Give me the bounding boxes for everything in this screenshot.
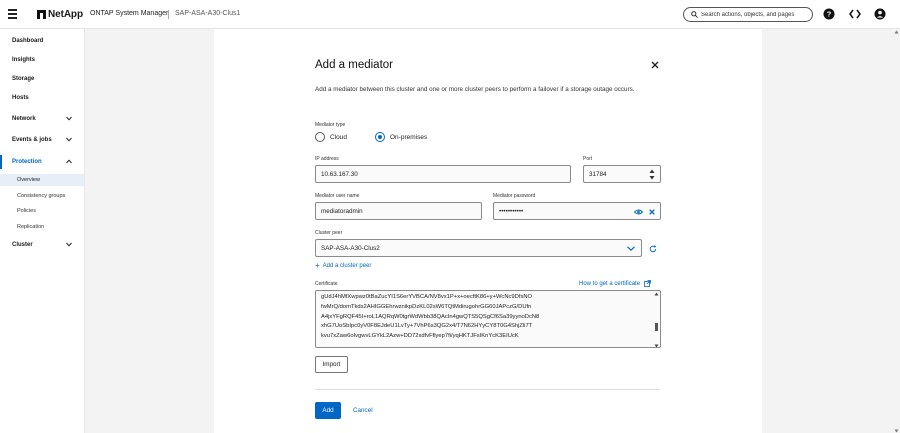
sidebar: Dashboard Insights Storage Hosts Network… (0, 29, 85, 433)
chevron-up-icon (66, 159, 72, 164)
sidebar-item-cluster[interactable]: Cluster (0, 238, 84, 252)
radio-circle-selected (375, 132, 385, 142)
sidebar-item-protection[interactable]: Protection (0, 155, 84, 169)
sidebar-subitem-overview[interactable]: Overview (0, 174, 84, 186)
certificate-line: kvu7xZaw6oIvgwvLGYkL2Azw+DD72xdfvFflyep7… (321, 333, 519, 340)
certificate-line: fwMrQ/domTkds2AHIGGEhrwznikpDzKL02sW6TQt… (321, 303, 532, 310)
radio-label: On-premises (390, 133, 428, 141)
cert-help-label: How to get a certificate (579, 280, 641, 287)
mediator-type-label: Mediator type (315, 122, 346, 128)
radio-label: Cloud (330, 133, 347, 141)
cluster-peer-select[interactable]: SAP-ASA-A30-Clus2 (315, 239, 642, 257)
sidebar-item-hosts[interactable]: Hosts (0, 91, 84, 105)
netapp-logo-mark (37, 10, 46, 19)
sidebar-item-dashboard[interactable]: Dashboard (0, 34, 84, 48)
textarea-scrollbar[interactable] (654, 292, 659, 348)
certificate-textarea[interactable]: gUdJ4hMfXwpwz0tBaZucYI1S6erYVBCA/NV8vx1P… (315, 290, 661, 348)
logo-text: NetApp (48, 9, 83, 20)
sidebar-item-label: Protection (12, 159, 42, 165)
external-link-icon (644, 280, 651, 287)
add-mediator-dialog: Add a mediator Add a mediator between th… (214, 29, 762, 433)
help-icon[interactable]: ? (823, 8, 835, 20)
app-name: ONTAP System Manager (90, 10, 169, 17)
search-icon (691, 11, 698, 18)
header-separator (168, 10, 169, 19)
sidebar-item-events-jobs[interactable]: Events & jobs (0, 133, 84, 147)
page-scrollbar[interactable] (894, 30, 899, 433)
cluster-peer-label: Cluster peer (315, 230, 343, 236)
netapp-logo[interactable]: NetApp (37, 9, 83, 20)
sidebar-item-insights[interactable]: Insights (0, 53, 84, 67)
plus-icon: + (315, 261, 320, 270)
add-button[interactable]: Add (315, 402, 341, 419)
cancel-button[interactable]: Cancel (353, 402, 373, 419)
chevron-down-icon (627, 246, 635, 251)
radio-on-premises[interactable]: On-premises (375, 132, 427, 142)
code-icon[interactable] (849, 8, 861, 20)
sidebar-subitem-label: Replication (17, 224, 45, 230)
ip-address-label: IP address (315, 156, 339, 162)
footer-divider (315, 389, 660, 390)
sidebar-item-label: Insights (12, 57, 36, 63)
sidebar-subitem-label: Overview (17, 177, 40, 183)
sidebar-subitem-policies[interactable]: Policies (0, 205, 84, 217)
certificate-line: gUdJ4hMfXwpwz0tBaZucYI1S6erYVBCA/NV8vx1P… (321, 294, 533, 300)
chevron-down-icon (66, 137, 72, 142)
add-cluster-peer-link[interactable]: + Add a cluster peer (315, 261, 371, 270)
radio-circle (315, 132, 325, 142)
mediator-user-label: Mediator user name (315, 193, 360, 199)
port-stepper[interactable] (583, 165, 661, 183)
cluster-name: SAP-ASA-A30-Clus1 (175, 10, 241, 17)
dialog-description: Add a mediator between this cluster and … (315, 86, 635, 93)
sidebar-item-network[interactable]: Network (0, 112, 84, 126)
cluster-peer-value: SAP-ASA-A30-Clus2 (321, 244, 380, 252)
close-icon[interactable] (651, 61, 659, 69)
how-to-get-certificate-link[interactable]: How to get a certificate (579, 280, 651, 287)
sidebar-subitem-label: Policies (17, 208, 36, 214)
clear-icon[interactable] (649, 209, 655, 215)
sidebar-item-label: Network (12, 116, 36, 122)
menu-icon[interactable] (8, 9, 18, 19)
sidebar-subitem-replication[interactable]: Replication (0, 221, 84, 233)
mediator-password-field[interactable]: ••••••••••• (493, 202, 661, 220)
search-input[interactable] (701, 11, 811, 18)
add-cluster-peer-label: Add a cluster peer (322, 262, 372, 269)
certificate-label: Certificate (315, 281, 338, 287)
sidebar-subitem-label: Consistency groups (17, 193, 66, 199)
ip-address-field[interactable] (315, 165, 571, 183)
sidebar-item-storage[interactable]: Storage (0, 72, 84, 86)
top-bar: NetApp ONTAP System Manager SAP-ASA-A30-… (0, 0, 900, 29)
sidebar-item-label: Events & jobs (12, 137, 52, 143)
mediator-user-input[interactable] (321, 207, 481, 215)
ip-address-input[interactable] (321, 170, 570, 178)
port-input[interactable] (589, 170, 649, 178)
chevron-down-icon (66, 242, 72, 247)
global-search[interactable] (683, 7, 813, 22)
mediator-password-value: ••••••••••• (499, 207, 524, 215)
sidebar-item-label: Dashboard (12, 38, 44, 44)
dialog-title: Add a mediator (315, 59, 393, 71)
certificate-line: A4jxYFgRQF45I+roL1AQRqW0tgrWdWbb38QAcIn4… (321, 313, 540, 320)
import-button[interactable]: Import (315, 356, 348, 373)
mediator-user-field[interactable] (315, 202, 482, 220)
refresh-icon[interactable] (649, 245, 657, 253)
port-label: Port (583, 156, 593, 162)
sidebar-subitem-consistency-groups[interactable]: Consistency groups (0, 190, 84, 202)
certificate-line: xhG7UoSbIpc0yV0F8EJdeU1LvTy+7VhP6s3QG2x4… (321, 323, 533, 330)
mediator-password-label: Mediator password (493, 193, 536, 199)
show-password-icon[interactable] (634, 209, 643, 215)
sidebar-item-label: Cluster (12, 242, 33, 248)
chevron-down-icon (66, 116, 72, 121)
stepper-arrows-icon[interactable] (649, 169, 655, 180)
user-icon[interactable] (874, 8, 886, 20)
sidebar-item-label: Storage (12, 76, 35, 82)
svg-text:?: ? (827, 10, 832, 19)
sidebar-item-label: Hosts (12, 95, 29, 101)
radio-cloud[interactable]: Cloud (315, 132, 347, 142)
